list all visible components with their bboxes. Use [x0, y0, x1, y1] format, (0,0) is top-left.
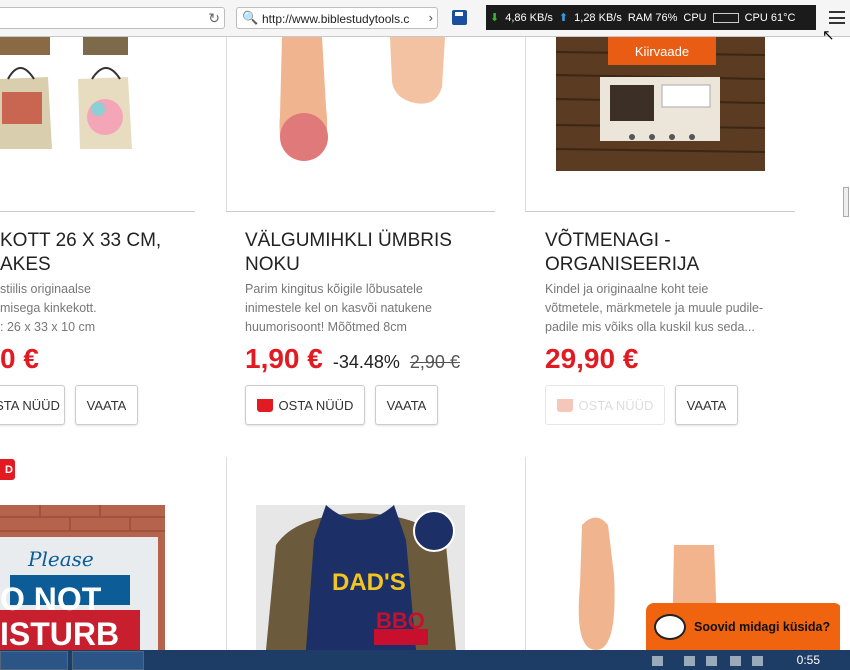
product-price: 0 €	[0, 343, 39, 375]
taskbar-app-browser[interactable]	[72, 651, 144, 670]
price-value: 29,90 €	[545, 343, 639, 374]
product-desc-line: padile mis võiks olla kuskil kus seda...	[545, 320, 755, 334]
product-title-line1[interactable]: VÕTMENAGI -	[545, 229, 671, 253]
browser-toolbar: ↻ 🔍 http://www.biblestudytools.c › ⬇ 4,8…	[0, 0, 850, 37]
cart-icon	[256, 398, 273, 412]
save-icon[interactable]	[452, 10, 467, 25]
tray-icon[interactable]	[652, 656, 663, 666]
column-divider	[226, 457, 227, 650]
chat-bubble-icon	[654, 614, 686, 640]
product-image-lighter-case[interactable]	[240, 37, 480, 167]
column-divider	[525, 457, 526, 650]
cpu-graph	[712, 12, 739, 23]
view-label: VAATA	[686, 397, 727, 413]
product-desc-line: inimestele kel on kasvõi natukene	[245, 301, 432, 315]
tray-icon[interactable]	[684, 656, 695, 666]
column-divider	[525, 37, 526, 212]
reload-icon[interactable]: ↻	[208, 10, 220, 27]
buy-now-label: OSTA NÜÜD	[578, 397, 654, 413]
product-desc-line: Parim kingitus kõigile lõbusatele	[245, 282, 423, 296]
apron-text: DAD'S	[332, 569, 406, 596]
chat-widget[interactable]: Soovid midagi küsida?	[646, 603, 842, 651]
quick-view-button[interactable]: Kiirvaade	[608, 37, 716, 65]
upload-arrow-icon: ⬆	[558, 12, 569, 24]
product-price: 29,90 €	[545, 343, 638, 375]
menu-icon[interactable]	[829, 11, 845, 24]
volume-icon[interactable]	[752, 656, 763, 666]
price-value: 0 €	[0, 343, 39, 374]
sign-text: O NOT	[0, 581, 102, 617]
address-bar[interactable]: 🔍 http://www.biblestudytools.c ›	[236, 7, 438, 29]
buy-now-button[interactable]: OSTA NÜÜD	[245, 385, 365, 425]
product-desc-line: võtmetele, märkmetele ja muule pudile-	[545, 301, 764, 315]
product-image-gift-bags[interactable]	[0, 37, 140, 152]
product-title-line1[interactable]: VÄLGUMIHKLI ÜMBRIS	[245, 229, 452, 253]
product-desc-line: : 26 x 33 x 10 cm	[0, 320, 96, 334]
view-button[interactable]: VAATA	[675, 385, 738, 425]
discount-percent: -34.48%	[332, 352, 400, 372]
buy-now-button-disabled[interactable]: OSTA NÜÜD	[545, 385, 665, 425]
view-button[interactable]: VAATA	[75, 385, 138, 425]
cart-icon	[556, 398, 573, 412]
taskbar: 0:55	[0, 650, 850, 670]
product-title-line2[interactable]: NOKU	[245, 253, 300, 277]
card-divider	[226, 211, 495, 212]
taskbar-clock: 0:55	[796, 653, 820, 667]
chat-label: Soovid midagi küsida?	[694, 620, 831, 634]
product-image-bbq-apron[interactable]: DAD'S BBQ	[256, 505, 465, 650]
download-speed: 4,86 KB/s	[505, 11, 553, 24]
product-title-line2[interactable]: AKES	[0, 253, 51, 277]
card-divider	[525, 211, 795, 212]
tray-icon[interactable]	[730, 656, 741, 666]
ram-usage: RAM 76%	[627, 11, 678, 24]
tab-url-field[interactable]: ↻	[0, 7, 225, 29]
product-image-do-not-disturb-sign[interactable]: Please O NOT ISTURB	[0, 505, 165, 650]
sign-text: ISTURB	[0, 616, 120, 650]
product-title-line1[interactable]: KOTT 26 X 33 CM,	[0, 229, 161, 253]
scrollbar[interactable]	[840, 37, 850, 650]
buy-now-label: OSTA NÜÜD	[278, 397, 354, 413]
download-arrow-icon: ⬇	[490, 12, 500, 24]
sign-text: Please	[28, 547, 94, 571]
product-desc-line: huumorisoont! Mõõtmed 8cm	[245, 320, 407, 334]
upload-speed: 1,28 KB/s	[574, 11, 622, 24]
product-desc-line: misega kinkekott.	[0, 301, 97, 315]
system-monitor: ⬇ 4,86 KB/s ⬆ 1,28 KB/s RAM 76% CPU CPU …	[486, 5, 816, 30]
cpu-label: CPU	[683, 11, 707, 24]
view-label: VAATA	[86, 397, 127, 413]
card-divider	[0, 211, 195, 212]
product-title-line2[interactable]: ORGANISEERIJA	[545, 253, 699, 277]
buy-now-label: STA NÜÜD	[0, 397, 60, 413]
old-price: 2,90 €	[409, 352, 460, 372]
search-icon: 🔍	[242, 10, 259, 25]
buy-now-button[interactable]: STA NÜÜD	[0, 385, 65, 425]
taskbar-app-notepad[interactable]	[0, 651, 68, 670]
price-value: 1,90 €	[245, 343, 323, 374]
product-price: 1,90 € -34.48% 2,90 €	[245, 343, 460, 375]
tray-icon[interactable]	[706, 656, 717, 666]
sale-badge: D	[0, 459, 15, 480]
column-divider	[226, 37, 227, 212]
product-desc-line: Kindel ja originaalne koht teie	[545, 282, 709, 296]
scrollbar-thumb[interactable]	[843, 187, 849, 217]
cpu-temp: CPU 61°C	[744, 11, 796, 24]
view-button[interactable]: VAATA	[375, 385, 438, 425]
apron-text: BBQ	[376, 608, 425, 633]
view-label: VAATA	[386, 397, 427, 413]
mouse-cursor-icon: ↖	[822, 27, 835, 44]
product-desc-line: stiilis originaalse	[0, 282, 92, 296]
go-arrow-icon[interactable]: ›	[429, 10, 433, 25]
address-url: http://www.biblestudytools.c	[262, 12, 410, 26]
